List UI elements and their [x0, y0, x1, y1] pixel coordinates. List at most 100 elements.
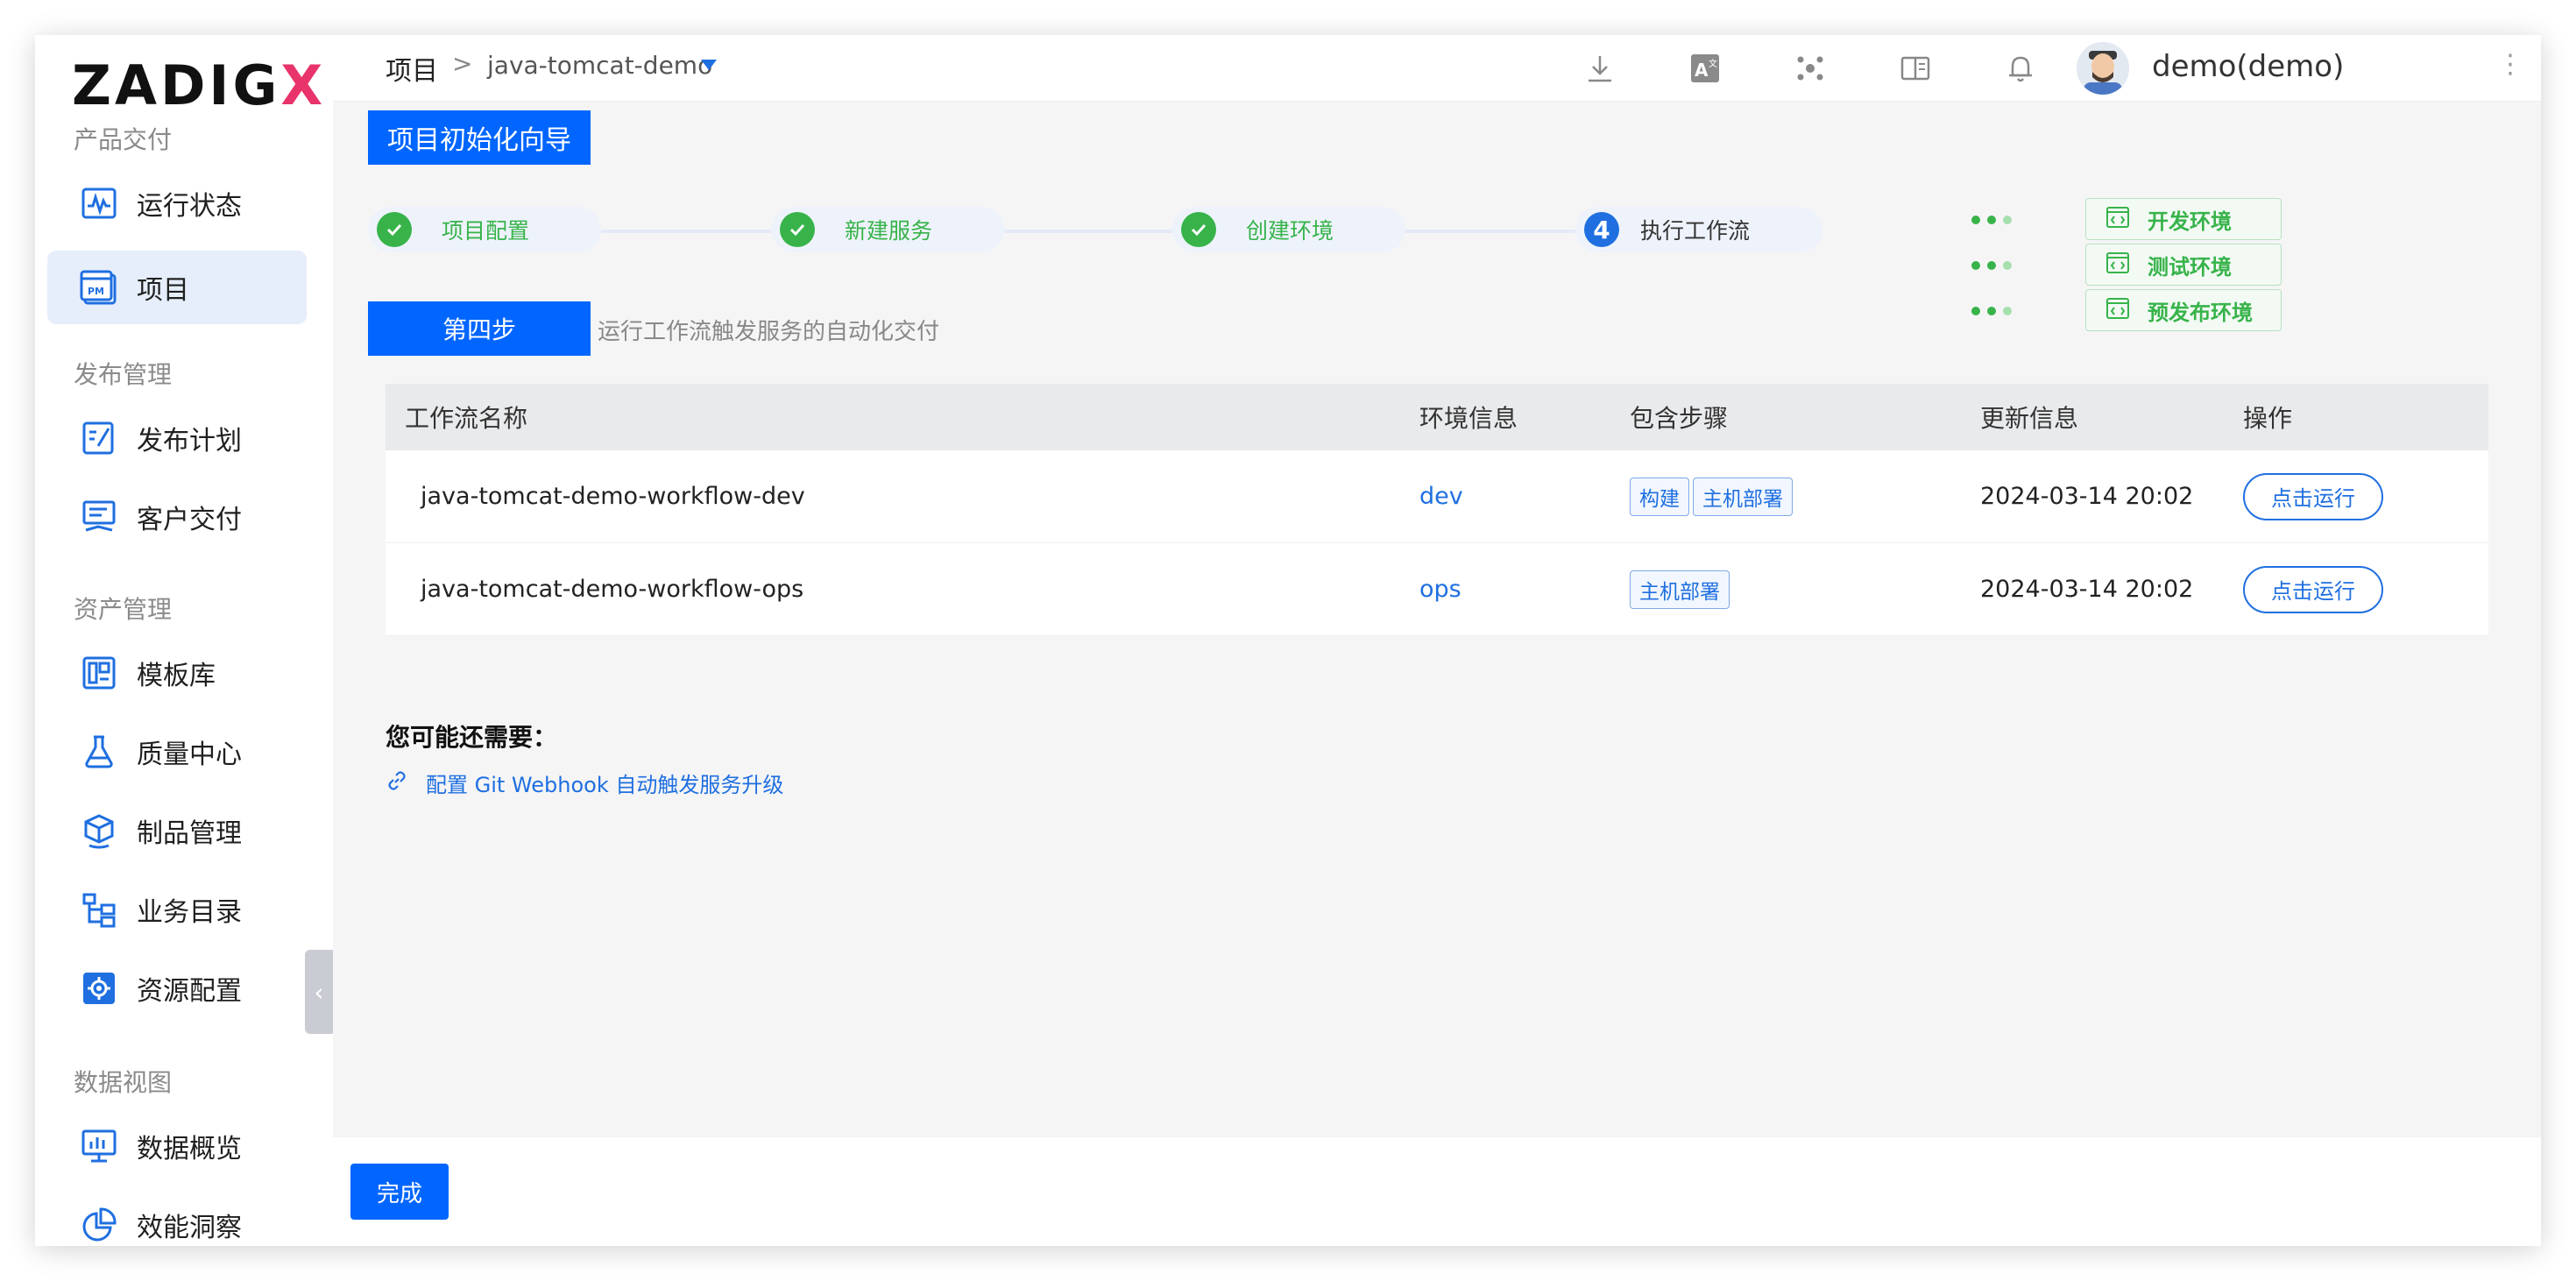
run-cell: 点击运行: [2243, 543, 2383, 635]
bell-icon[interactable]: [2003, 51, 2038, 86]
env-progress-dots: [1971, 307, 2012, 315]
sidebar-item-label: 运行状态: [137, 191, 242, 222]
gear-box-icon: [79, 968, 119, 1009]
table-header: 工作流名称 环境信息 包含步骤 更新信息 操作: [386, 384, 2488, 450]
step-label: 项目配置: [442, 218, 530, 244]
step-tag: 第四步: [368, 301, 591, 356]
workflow-name: java-tomcat-demo-workflow-dev: [421, 483, 805, 510]
workflow-table: 工作流名称 环境信息 包含步骤 更新信息 操作 java-tomcat-demo…: [386, 384, 2488, 636]
customer-delivery-icon: [79, 497, 119, 537]
sidebar-item-resource-config[interactable]: 资源配置: [47, 952, 307, 1025]
sidebar-collapse-button[interactable]: ‹: [305, 950, 333, 1034]
env-button-test[interactable]: 测试环境: [2085, 244, 2282, 286]
sidebar-item-release-plan[interactable]: 发布计划: [47, 401, 307, 475]
wizard-step-3[interactable]: 创建环境: [1172, 207, 1405, 252]
project-pm-icon: PM: [79, 267, 119, 308]
footer-bar: 完成: [333, 1137, 2541, 1246]
sidebar-item-quality-center[interactable]: 质量中心: [47, 715, 307, 789]
breadcrumb-project[interactable]: java-tomcat-demo: [487, 51, 712, 80]
run-cell: 点击运行: [2243, 450, 2383, 542]
check-icon: [377, 212, 412, 247]
env-label: 测试环境: [2148, 254, 2232, 280]
wizard-step-4[interactable]: 4 执行工作流: [1575, 207, 1822, 252]
webhook-link-label: 配置 Git Webhook 自动触发服务升级: [426, 773, 784, 797]
sidebar-item-label: 业务目录: [137, 897, 242, 928]
step-number: 4: [1584, 212, 1619, 247]
webhook-config-link[interactable]: 配置 Git Webhook 自动触发服务升级: [386, 768, 783, 798]
column-header-update: 更新信息: [1980, 404, 2079, 433]
env-link[interactable]: ops: [1419, 543, 1461, 635]
step-label: 新建服务: [845, 218, 933, 244]
sidebar-item-data-overview[interactable]: 数据概览: [47, 1109, 307, 1183]
env-button-staging[interactable]: 预发布环境: [2085, 289, 2282, 331]
template-library-icon: [79, 653, 119, 693]
step-tags: 主机部署: [1630, 543, 1733, 635]
flask-icon: [79, 732, 119, 772]
package-icon: [79, 810, 119, 851]
chevron-down-icon[interactable]: [701, 60, 717, 70]
sidebar-item-label: 客户交付: [137, 505, 242, 535]
download-icon[interactable]: [1582, 51, 1617, 86]
user-name[interactable]: demo(demo): [2152, 49, 2344, 84]
sidebar-item-label: 制品管理: [137, 818, 242, 849]
step-tag-deploy: 主机部署: [1693, 477, 1793, 516]
column-header-name: 工作流名称: [405, 404, 528, 433]
cluster-icon[interactable]: [1793, 51, 1828, 86]
sidebar-item-label: 项目: [137, 275, 189, 306]
update-time: 2024-03-14 20:02: [1980, 483, 2194, 510]
done-button[interactable]: 完成: [350, 1164, 449, 1220]
sidebar-item-business-catalog[interactable]: 业务目录: [47, 873, 307, 946]
more-menu-icon[interactable]: ⋮: [2497, 49, 2523, 80]
table-row: java-tomcat-demo-workflow-dev dev 构建 主机部…: [386, 450, 2488, 543]
sidebar-item-label: 资源配置: [137, 976, 242, 1007]
sidebar-item-artifact-management[interactable]: 制品管理: [47, 794, 307, 867]
wizard-step-2[interactable]: 新建服务: [771, 207, 1004, 252]
code-window-icon: [2105, 296, 2130, 324]
step-label: 创建环境: [1246, 218, 1334, 244]
sidebar-item-label: 效能洞察: [137, 1213, 242, 1243]
column-header-steps: 包含步骤: [1630, 404, 1729, 433]
svg-text:文: 文: [1709, 58, 1717, 69]
svg-text:PM: PM: [88, 286, 104, 297]
run-workflow-button[interactable]: 点击运行: [2243, 565, 2383, 613]
sidebar-item-project[interactable]: PM 项目: [47, 251, 307, 324]
catalog-tree-icon: [79, 889, 119, 930]
sidebar-item-efficiency-insight[interactable]: 效能洞察: [47, 1188, 307, 1246]
sidebar-item-customer-delivery[interactable]: 客户交付: [47, 480, 307, 554]
chart-board-icon: [79, 1126, 119, 1166]
sidebar-item-label: 发布计划: [137, 426, 242, 456]
env-link[interactable]: dev: [1419, 450, 1463, 542]
activity-monitor-icon: [79, 183, 119, 223]
env-progress-dots: [1971, 216, 2012, 224]
svg-text:A: A: [1695, 60, 1709, 81]
column-header-ops: 操作: [2243, 404, 2293, 433]
step-label: 执行工作流: [1640, 218, 1751, 244]
section-title-product-delivery: 产品交付: [74, 125, 173, 154]
release-plan-icon: [79, 418, 119, 458]
breadcrumb-root[interactable]: 项目: [386, 49, 438, 88]
wizard-title: 项目初始化向导: [368, 110, 591, 165]
sidebar-item-status[interactable]: 运行状态: [47, 166, 307, 240]
sidebar: ZADIGX 产品交付 运行状态 PM 项目 发布管理 发布计划 客户交付 资产…: [35, 35, 333, 1246]
link-icon: [386, 769, 408, 797]
env-button-dev[interactable]: 开发环境: [2085, 198, 2282, 240]
avatar[interactable]: [2077, 42, 2129, 95]
step-tag-deploy: 主机部署: [1630, 570, 1730, 609]
section-title-assets: 资产管理: [74, 595, 173, 624]
top-header: 项目 > java-tomcat-demo A文 demo(demo) ⋮: [333, 35, 2541, 102]
workflow-name: java-tomcat-demo-workflow-ops: [421, 576, 804, 603]
wizard-step-1[interactable]: 项目配置: [368, 207, 601, 252]
sidebar-item-template-library[interactable]: 模板库: [47, 636, 307, 710]
check-icon: [780, 212, 815, 247]
zadig-logo[interactable]: ZADIGX: [72, 51, 326, 121]
book-icon[interactable]: [1898, 51, 1933, 86]
update-time: 2024-03-14 20:02: [1980, 576, 2194, 603]
translate-icon[interactable]: A文: [1688, 51, 1723, 86]
section-title-release: 发布管理: [74, 360, 173, 389]
sidebar-item-label: 质量中心: [137, 740, 242, 770]
run-workflow-button[interactable]: 点击运行: [2243, 472, 2383, 520]
app-window: ZADIGX 产品交付 运行状态 PM 项目 发布管理 发布计划 客户交付 资产…: [35, 35, 2541, 1246]
suggestions-title: 您可能还需要：: [386, 723, 558, 752]
sidebar-item-label: 模板库: [137, 661, 216, 691]
check-icon: [1181, 212, 1216, 247]
